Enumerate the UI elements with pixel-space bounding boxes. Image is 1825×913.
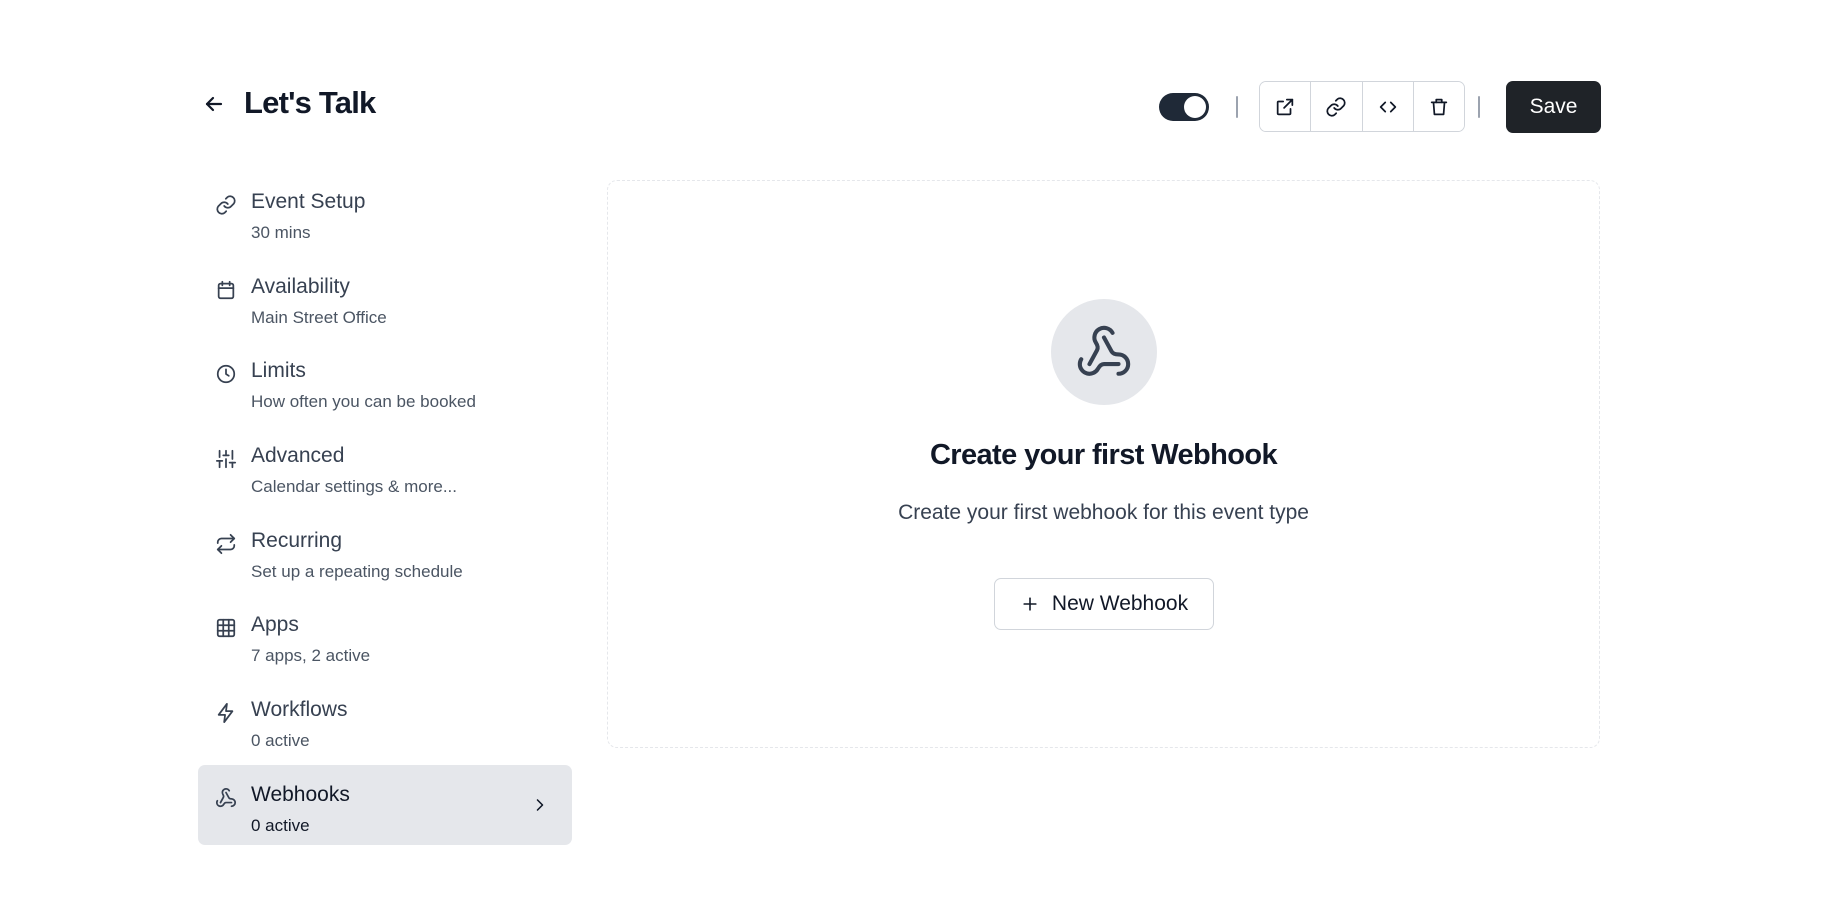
page-header: Let's Talk Save — [0, 0, 1825, 140]
sidebar-item-subtitle: 30 mins — [251, 223, 311, 242]
grid-icon — [216, 619, 236, 638]
external-link-icon — [1276, 98, 1294, 115]
sidebar-item-subtitle: 0 active — [251, 815, 310, 835]
sidebar-item-advanced[interactable]: Advanced Calendar settings & more... — [198, 426, 572, 506]
sidebar-item-label: Limits — [251, 359, 306, 383]
save-button[interactable]: Save — [1506, 81, 1601, 133]
empty-state-title: Create your first Webhook — [929, 439, 1278, 471]
preview-button[interactable] — [1260, 82, 1312, 131]
sidebar-item-event-setup[interactable]: Event Setup 30 mins — [198, 172, 572, 252]
sidebar-item-workflows[interactable]: Workflows 0 active — [198, 680, 572, 760]
sidebar-item-label: Webhooks — [251, 782, 350, 806]
link-icon — [216, 195, 236, 215]
sidebar-item-label: Workflows — [251, 698, 348, 722]
toggle-knob — [1184, 96, 1206, 118]
page-title: Let's Talk — [244, 85, 376, 120]
sidebar-item-label: Advanced — [251, 444, 345, 468]
sidebar-nav: Event Setup 30 mins Availability Main St… — [198, 172, 572, 850]
sidebar-item-label: Event Setup — [251, 190, 366, 213]
webhooks-empty-state: Create your first Webhook Create your fi… — [607, 180, 1600, 748]
zap-icon — [217, 703, 234, 724]
sidebar-item-subtitle: Set up a repeating schedule — [251, 561, 463, 581]
divider — [1478, 96, 1480, 118]
sidebar-item-subtitle: How often you can be booked — [251, 392, 476, 412]
chevron-right-icon — [530, 795, 550, 815]
embed-button[interactable] — [1362, 82, 1414, 131]
repeat-icon — [216, 533, 236, 554]
new-webhook-label: New Webhook — [1051, 592, 1189, 615]
sidebar-item-label: Recurring — [251, 528, 343, 552]
sliders-icon — [215, 449, 237, 469]
copy-link-button[interactable] — [1311, 82, 1363, 131]
code-icon — [1379, 101, 1396, 112]
divider — [1236, 96, 1238, 118]
sidebar-item-apps[interactable]: Apps 7 apps, 2 active — [198, 595, 572, 675]
hidden-toggle[interactable] — [1159, 93, 1209, 121]
action-button-group — [1259, 81, 1465, 132]
back-button[interactable] — [202, 92, 228, 118]
calendar-icon — [217, 280, 235, 299]
sidebar-item-subtitle: Main Street Office — [251, 307, 387, 327]
sidebar-item-label: Apps — [251, 613, 299, 637]
link-icon — [1326, 96, 1346, 117]
empty-state-description: Create your first webhook for this event… — [898, 501, 1309, 524]
arrow-left-icon — [205, 96, 223, 112]
sidebar-item-limits[interactable]: Limits How often you can be booked — [198, 341, 572, 421]
sidebar-item-label: Availability — [251, 274, 350, 298]
webhook-icon — [215, 787, 237, 807]
sidebar-item-webhooks[interactable]: Webhooks 0 active — [198, 764, 572, 845]
sidebar-item-subtitle: Calendar settings & more... — [251, 477, 457, 497]
new-webhook-button[interactable]: New Webhook — [994, 578, 1214, 630]
plus-icon — [1023, 597, 1037, 611]
trash-icon — [1430, 98, 1448, 115]
sidebar-item-subtitle: 7 apps, 2 active — [251, 646, 371, 666]
sidebar-item-availability[interactable]: Availability Main Street Office — [198, 257, 572, 337]
sidebar-item-subtitle: 0 active — [251, 731, 310, 751]
webhook-icon — [1051, 299, 1157, 405]
clock-icon — [216, 365, 236, 384]
delete-button[interactable] — [1413, 82, 1464, 131]
sidebar-item-recurring[interactable]: Recurring Set up a repeating schedule — [198, 511, 572, 591]
